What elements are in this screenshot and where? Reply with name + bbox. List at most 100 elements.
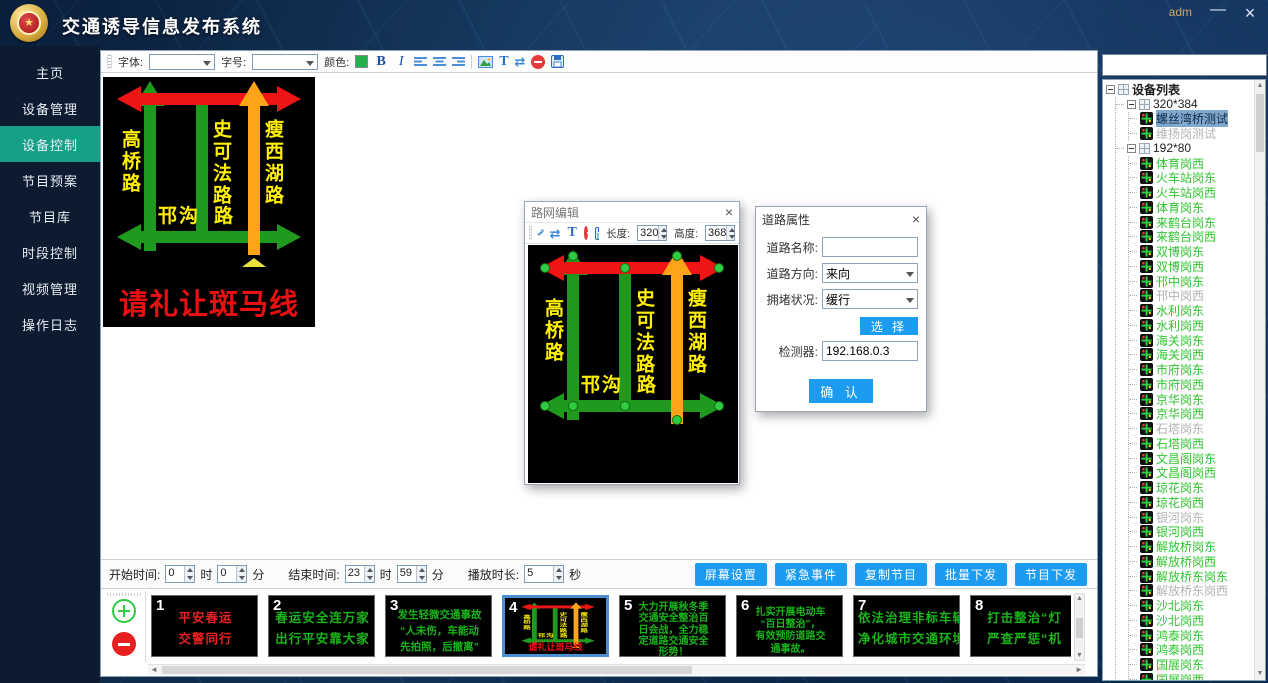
roadnet-handle[interactable] <box>715 264 724 273</box>
scroll-up-icon[interactable]: ▲ <box>1075 594 1084 603</box>
program-thumb-3[interactable]: 3发生轻微交通事故“人未伤，车能动先拍照，后撤离” <box>385 595 492 657</box>
congestion-select[interactable]: 缓行 <box>822 289 918 309</box>
sidebar-item-7[interactable]: 视频管理 <box>0 270 100 306</box>
device-group-192*80[interactable]: 192*80 <box>1153 141 1191 155</box>
strip-vertical-scrollbar[interactable]: ▲▼ <box>1074 593 1085 661</box>
editor-canvas[interactable]: 高桥路史可法路瘦西湖路邗沟路 请礼让斑马线 路网编辑 × ⇄ T 长度: 320… <box>101 73 1097 559</box>
save-icon[interactable] <box>595 227 599 240</box>
schedule-action-button-5[interactable]: 节目下发 <box>1015 563 1087 586</box>
sidebar-item-1[interactable]: 主页 <box>0 54 100 90</box>
tree-scrollbar[interactable]: ▲▼ <box>1254 80 1265 680</box>
spinner-up-icon[interactable] <box>659 226 666 233</box>
start-minute-stepper[interactable]: 0 <box>217 565 247 583</box>
schedule-action-button-3[interactable]: 复制节目 <box>855 563 927 586</box>
program-thumb-2[interactable]: 2春运安全连万家出行平安靠大家 <box>268 595 375 657</box>
collapse-icon[interactable] <box>1106 85 1115 94</box>
spinner-up-icon[interactable] <box>727 226 734 233</box>
schedule-action-button-1[interactable]: 屏幕设置 <box>695 563 767 586</box>
minimize-icon[interactable]: — <box>1208 1 1228 19</box>
image-icon[interactable] <box>478 56 493 68</box>
spinner-down-icon[interactable] <box>659 233 666 240</box>
program-thumb-5[interactable]: 5大力开展秋冬季交通安全整治百日会战，全力稳定道路交通安全形势！ <box>619 595 726 657</box>
props-dialog-titlebar[interactable]: 道路属性 × <box>756 207 926 231</box>
end-hour-stepper[interactable]: 23 <box>345 565 375 583</box>
roadnet-handle[interactable] <box>541 264 550 273</box>
color-swatch[interactable] <box>355 55 368 68</box>
delete-icon[interactable] <box>531 55 545 69</box>
align-center-icon[interactable] <box>433 56 446 67</box>
text-tool-icon[interactable]: T <box>499 54 508 70</box>
program-thumb-4[interactable]: 4高桥路史可法路瘦西湖路邗沟路请礼让斑马线 <box>502 595 609 657</box>
signal-device-icon <box>1140 216 1153 229</box>
start-hour-stepper[interactable]: 0 <box>165 565 195 583</box>
confirm-button[interactable]: 确 认 <box>809 379 873 403</box>
sidebar-item-8[interactable]: 操作日志 <box>0 306 100 342</box>
sidebar-item-3[interactable]: 设备控制 <box>0 126 100 162</box>
sidebar-item-4[interactable]: 节目预案 <box>0 162 100 198</box>
toolbar-grip-handle[interactable] <box>107 55 112 69</box>
length-stepper[interactable]: 320 <box>637 225 667 241</box>
led-preview[interactable]: 高桥路史可法路瘦西湖路邗沟路 请礼让斑马线 <box>103 77 315 327</box>
sidebar-item-2[interactable]: 设备管理 <box>0 90 100 126</box>
scroll-down-icon[interactable]: ▼ <box>1075 651 1084 660</box>
bold-button[interactable]: B <box>374 54 388 70</box>
signal-device-icon <box>1140 496 1153 509</box>
height-stepper[interactable]: 368 <box>705 225 735 241</box>
program-thumb-8[interactable]: 8打击整治“灯严查严惩“机 <box>970 595 1071 657</box>
spinner-down-icon[interactable] <box>727 233 734 240</box>
schedule-action-button-2[interactable]: 紧急事件 <box>775 563 847 586</box>
roadnet-handle[interactable] <box>715 402 724 411</box>
close-icon[interactable]: × <box>912 212 920 226</box>
road-arrows-icon[interactable]: ⇄ <box>550 227 561 240</box>
device-item[interactable]: 国展岗西 <box>1156 671 1204 681</box>
text-tool-icon[interactable]: T <box>568 225 577 241</box>
roadnet-handle[interactable] <box>673 416 682 425</box>
sidebar-item-5[interactable]: 节目库 <box>0 198 100 234</box>
italic-button[interactable]: I <box>394 54 408 70</box>
duration-stepper[interactable]: 5 <box>524 565 564 583</box>
program-thumb-1[interactable]: 1平安春运交警同行 <box>151 595 258 657</box>
schedule-action-button-4[interactable]: 批量下发 <box>935 563 1007 586</box>
remove-program-button[interactable] <box>112 632 136 656</box>
collapse-icon[interactable] <box>1127 100 1136 109</box>
roadnet-handle[interactable] <box>673 252 682 261</box>
draw-line-icon[interactable] <box>539 231 543 235</box>
end-minute-stepper[interactable]: 59 <box>397 565 427 583</box>
device-tree[interactable]: 设备列表320*384螺丝湾桥测试维扬岗测试192*80体育岗西火车站岗东火车站… <box>1102 79 1266 681</box>
signal-device-icon <box>1140 452 1153 465</box>
scroll-left-icon[interactable]: ◄ <box>150 665 158 675</box>
scroll-down-icon[interactable]: ▼ <box>1255 669 1265 679</box>
collapse-icon[interactable] <box>1127 144 1136 153</box>
program-thumb-7[interactable]: 7依法治理非标车辆净化城市交通环境 <box>853 595 960 657</box>
roadnet-handle[interactable] <box>569 402 578 411</box>
roadnet-handle[interactable] <box>621 264 630 273</box>
strip-horizontal-scrollbar[interactable]: ◄► <box>148 664 1085 675</box>
add-program-button[interactable] <box>112 599 136 623</box>
roadnet-tool-icon[interactable]: ⇄ <box>515 55 526 68</box>
device-item[interactable]: 维扬岗测试 <box>1156 125 1216 142</box>
align-right-icon[interactable] <box>452 56 465 67</box>
detector-input[interactable] <box>826 344 914 358</box>
scroll-right-icon[interactable]: ► <box>1075 665 1083 675</box>
scroll-up-icon[interactable]: ▲ <box>1255 81 1265 91</box>
roadnet-handle[interactable] <box>569 252 578 261</box>
roadnet-dialog-titlebar[interactable]: 路网编辑 × <box>525 202 739 222</box>
sidebar-item-6[interactable]: 时段控制 <box>0 234 100 270</box>
select-button[interactable]: 选 择 <box>860 317 918 335</box>
roadnet-handle[interactable] <box>621 402 630 411</box>
close-icon[interactable]: × <box>725 205 733 219</box>
device-group-320*384[interactable]: 320*384 <box>1153 97 1198 111</box>
roadnet-edit-canvas[interactable]: 高桥路史可法路瘦西湖路邗沟路 <box>528 245 738 483</box>
roadnet-handle[interactable] <box>541 402 550 411</box>
save-icon[interactable] <box>551 55 564 68</box>
close-icon[interactable]: × <box>1240 3 1260 24</box>
delete-icon[interactable] <box>584 226 588 240</box>
road-name-input[interactable] <box>826 240 914 254</box>
align-left-icon[interactable] <box>414 56 427 67</box>
toolbar-grip-handle[interactable] <box>529 226 532 240</box>
device-search-input[interactable] <box>1102 54 1267 76</box>
size-select[interactable] <box>252 54 318 70</box>
program-thumb-6[interactable]: 6扎实开展电动车“百日整治”，有效预防道路交通事故。 <box>736 595 843 657</box>
road-direction-select[interactable]: 来向 <box>822 263 918 283</box>
font-select[interactable] <box>149 54 215 70</box>
